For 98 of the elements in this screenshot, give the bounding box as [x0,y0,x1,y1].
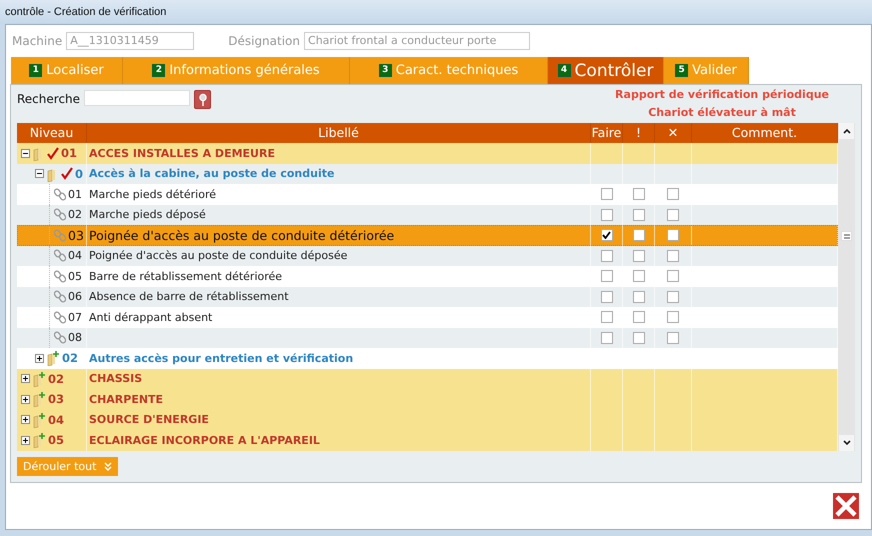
search-label: Recherche [17,92,80,106]
expander-icon[interactable] [21,374,30,384]
expander-icon[interactable] [21,394,30,404]
close-button[interactable] [833,493,859,519]
level-number: 02 [48,372,64,386]
row-label: Marche pieds déposé [88,208,206,222]
faire-checkbox[interactable] [600,188,612,200]
level-number: 0 [75,166,84,181]
item-number: 01 [68,188,82,201]
folder-icon [46,350,60,366]
chain-link-icon [54,270,66,283]
level-number: 02 [62,351,78,366]
item-number: 03 [68,228,84,243]
row-label: ACCES INSTALLES A DEMEURE [88,146,275,160]
row-label: Absence de barre de rétablissement [88,290,289,304]
row-label: CHASSIS [88,372,142,386]
number-badge: 5 [675,64,688,77]
row-label: Barre de rétablissement détériorée [88,270,282,283]
expander-icon[interactable] [21,148,30,158]
folder-icon [32,370,46,387]
item-number: 08 [68,331,82,344]
report-title: Rapport de vérification périodique [615,88,829,101]
chain-link-icon [54,228,66,242]
item-number: 02 [68,208,82,222]
scroll-thumb[interactable] [841,231,852,241]
expander-icon[interactable] [35,354,44,363]
warning-checkbox[interactable] [632,208,644,221]
level-number: 04 [48,412,64,427]
row-label: CHARPENTE [88,392,164,406]
number-badge: 1 [29,64,42,77]
warning-checkbox[interactable] [632,188,644,200]
warning-checkbox[interactable] [632,250,644,262]
chain-link-icon [54,331,66,344]
cross-checkbox[interactable] [667,311,679,324]
item-number: 05 [68,270,82,283]
scrollbar[interactable] [838,123,855,451]
tab[interactable]: 3 Caract. techniques [350,57,548,84]
row-label: Marche pieds détérioré [88,188,216,201]
row-label: ECLAIRAGE INCORPORE A L'APPAREIL [88,434,320,447]
tab[interactable]: 2 Informations générales [123,57,350,84]
level-number: 01 [61,146,78,160]
item-number: 07 [68,310,82,324]
cross-checkbox[interactable] [667,332,679,344]
row-label: SOURCE D'ENERGIE [88,413,209,426]
faire-checkbox[interactable] [600,250,612,262]
faire-checkbox[interactable] [600,208,612,221]
level-number: 05 [48,433,64,448]
pin-icon [198,92,208,106]
item-number: 04 [68,249,82,262]
number-badge: 2 [152,64,166,77]
tab[interactable]: 5 Valider [664,57,749,84]
faire-checkbox[interactable] [600,290,612,303]
folder-icon [32,412,46,428]
warning-checkbox[interactable] [632,332,644,344]
search-field[interactable] [84,90,190,106]
warning-checkbox[interactable] [632,270,644,282]
chain-link-icon [54,310,66,324]
expander-icon[interactable] [21,436,30,445]
designation-label: Désignation [228,34,300,48]
warning-checkbox[interactable] [632,311,644,324]
expander-icon[interactable] [21,415,30,424]
cross-checkbox[interactable] [667,270,679,282]
tab[interactable]: 1 Localiser [11,57,123,84]
chain-link-icon [54,249,66,262]
cross-checkbox[interactable] [667,208,679,221]
cross-checkbox[interactable] [667,188,679,200]
level-number: 03 [48,392,64,406]
chain-link-icon [54,290,66,304]
faire-checkbox[interactable] [600,311,612,324]
folder-icon [32,432,46,448]
scroll-down-icon[interactable] [842,440,850,446]
window-title: contrôle - Création de vérification [5,6,166,18]
row-label: Accès à la cabine, au poste de conduite [88,167,334,180]
scroll-up-icon[interactable] [842,128,850,134]
cross-checkbox[interactable] [667,290,679,303]
item-number: 06 [68,290,82,304]
report-subtitle: Chariot élévateur à mât [648,106,796,119]
search-button[interactable] [194,90,212,109]
faire-checkbox[interactable] [600,270,612,282]
row-label: Poignée d'accès au poste de conduite déposée [88,249,348,262]
faire-checkbox[interactable] [600,229,612,242]
warning-checkbox[interactable] [632,229,644,242]
number-badge: 4 [558,64,571,77]
machine-label: Machine [12,34,62,48]
double-chevron-icon [104,462,112,471]
row-label: Anti dérappant absent [88,310,212,324]
chain-link-icon [54,188,66,201]
row-label: Autres accès pour entretien et vérification [88,352,354,365]
cross-checkbox[interactable] [667,250,679,262]
expander-icon[interactable] [35,169,44,178]
faire-checkbox[interactable] [600,332,612,344]
chain-link-icon [54,208,66,222]
folder-icon [32,391,46,408]
tab[interactable]: 4 Contrôler [548,57,664,84]
cross-checkbox[interactable] [667,229,679,242]
warning-checkbox[interactable] [632,290,644,303]
number-badge: 3 [378,64,392,77]
row-label: Poignée d'accès au poste de conduite détériorée [88,228,394,243]
